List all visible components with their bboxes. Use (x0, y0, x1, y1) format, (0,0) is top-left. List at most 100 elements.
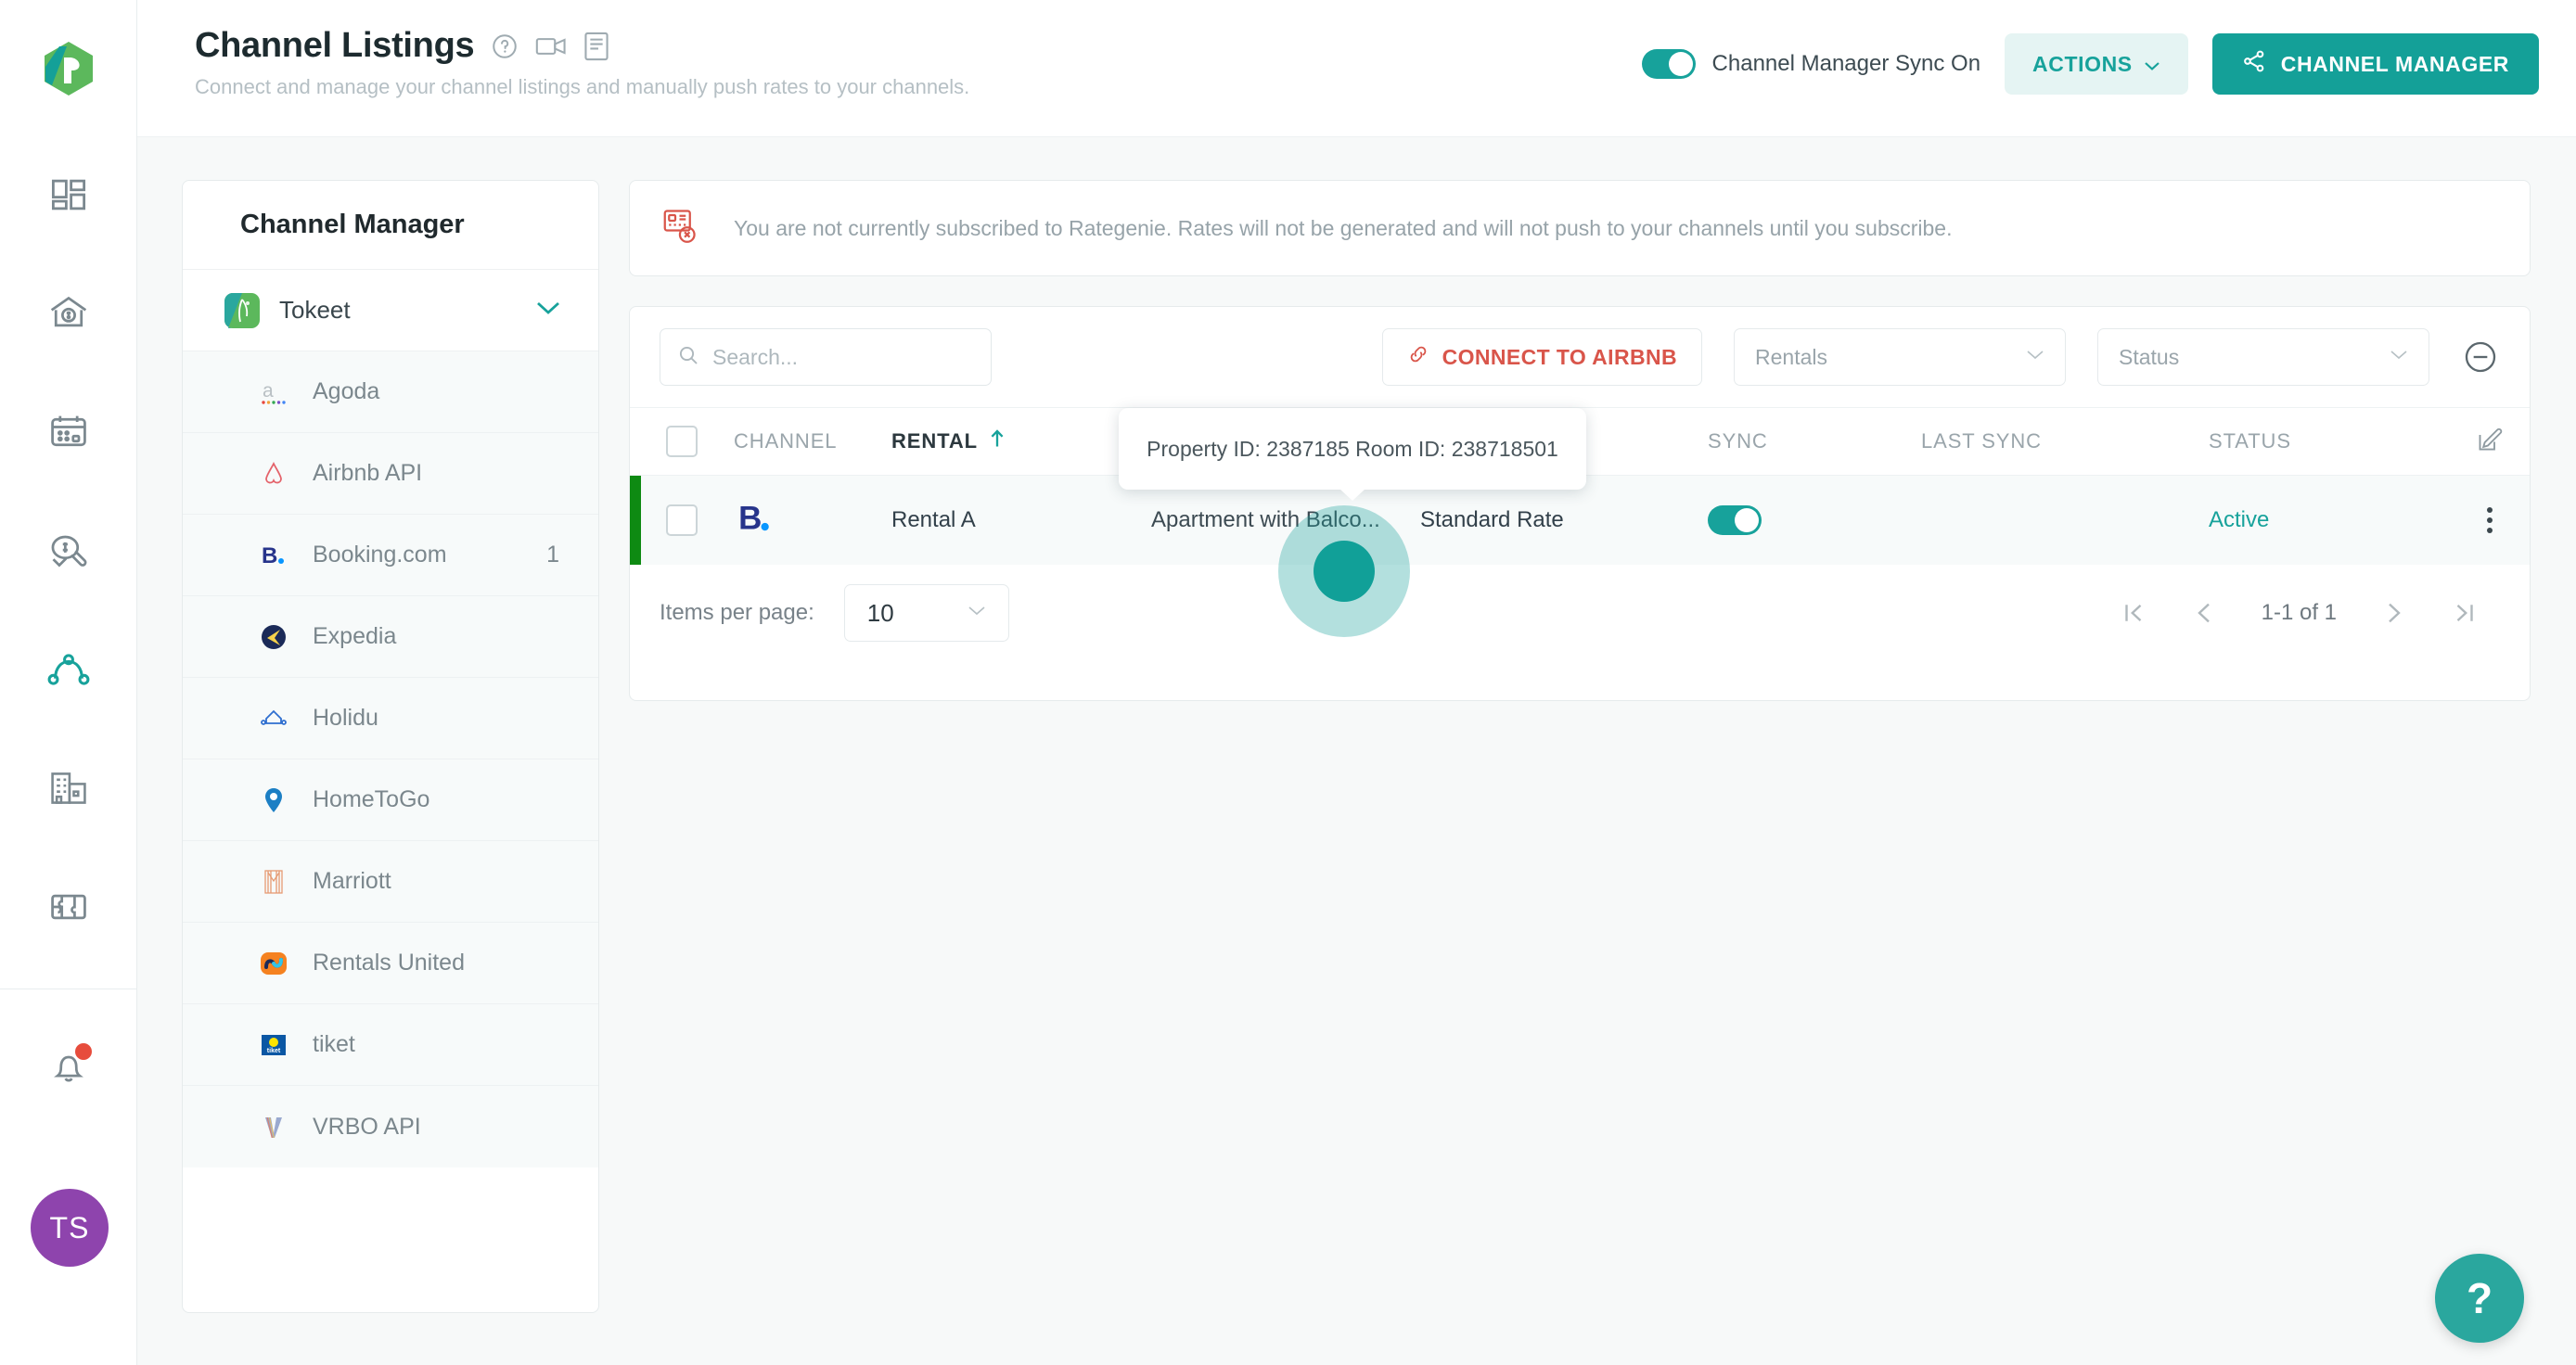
channel-item-expedia[interactable]: Expedia (183, 596, 598, 678)
chevron-down-icon (2026, 349, 2044, 365)
prev-page-icon[interactable] (2169, 578, 2239, 648)
row-checkbox[interactable] (666, 504, 698, 536)
actions-button-label: ACTIONS (2032, 51, 2133, 76)
document-icon[interactable] (583, 32, 609, 61)
avatar-initials: TS (49, 1210, 90, 1244)
sidebar-item-channels[interactable] (0, 612, 137, 731)
cell-channel: B (734, 498, 891, 543)
rail-items (0, 137, 137, 1129)
sidebar-item-income[interactable] (0, 256, 137, 375)
vrbo-logo-icon (255, 1111, 292, 1142)
rate-tools-icon (48, 530, 89, 576)
kebab-menu-icon[interactable] (2487, 507, 2493, 533)
tokeet-logo-icon (224, 292, 261, 328)
row-sync-toggle[interactable] (1708, 505, 1762, 535)
column-header-rental[interactable]: RENTAL (891, 428, 1151, 454)
column-label: STATUS (2209, 429, 2291, 453)
expedia-logo-icon (255, 621, 292, 653)
calendar-icon (48, 412, 89, 457)
column-header-channel[interactable]: CHANNEL (734, 429, 891, 453)
rate-error-icon (661, 207, 700, 250)
chevron-down-icon (2390, 349, 2408, 365)
column-header-last-sync[interactable]: LAST SYNC (1921, 429, 2209, 453)
svg-text:B: B (738, 500, 762, 536)
cell-rental: Rental A (891, 507, 1151, 533)
channel-item-booking-com[interactable]: B Booking.com 1 (183, 515, 598, 596)
channel-manager-panel: Channel Manager Tokeet a Agoda Airbnb AP… (182, 180, 599, 1313)
dashboard-icon (49, 175, 88, 219)
sidebar-item-properties[interactable] (0, 731, 137, 849)
rental-description: Apartment with Balco... (1151, 507, 1380, 532)
avatar[interactable]: TS (31, 1189, 109, 1267)
tooltip-arrow (1339, 489, 1365, 501)
channel-item-agoda[interactable]: a Agoda (183, 351, 598, 433)
channel-item-tiket[interactable]: tiket tiket (183, 1004, 598, 1086)
channel-item-label: Booking.com (313, 542, 447, 568)
last-page-icon[interactable] (2429, 578, 2500, 648)
cell-category: Standard Rate (1420, 507, 1708, 533)
link-icon (1407, 343, 1429, 371)
select-all-checkbox[interactable] (666, 426, 698, 457)
column-header-status[interactable]: STATUS (2209, 429, 2450, 453)
column-header-sync[interactable]: SYNC (1708, 429, 1921, 453)
channel-item-count: 1 (546, 542, 559, 568)
channel-manager-sync-toggle[interactable] (1641, 49, 1696, 79)
search-input[interactable]: Search... (660, 328, 992, 386)
channel-item-holidu[interactable]: Holidu (183, 678, 598, 759)
items-per-page-select[interactable]: 10 (843, 584, 1009, 642)
sidebar-item-rate-tools[interactable] (0, 493, 137, 612)
banner-text: You are not currently subscribed to Rate… (734, 215, 1953, 240)
column-header-edit[interactable] (2450, 426, 2530, 458)
search-placeholder: Search... (712, 344, 799, 369)
channel-item-airbnb-api[interactable]: Airbnb API (183, 433, 598, 515)
channel-item-label: Agoda (313, 378, 380, 404)
question-circle-icon[interactable] (491, 32, 519, 60)
booking-logo-icon: B (734, 500, 775, 542)
search-icon (677, 344, 699, 371)
holidu-logo-icon (255, 703, 292, 734)
toggle-knob (1735, 508, 1759, 532)
column-label: LAST SYNC (1921, 429, 2042, 453)
status-filter-select[interactable]: Status (2097, 328, 2429, 386)
channel-item-vrbo-api[interactable]: VRBO API (183, 1086, 598, 1167)
help-icon: ? (2466, 1274, 2493, 1322)
channel-item-rentals-united[interactable]: Rentals United (183, 923, 598, 1004)
properties-icon (48, 768, 89, 813)
cell-sync (1708, 505, 1921, 535)
channel-item-label: HomeToGo (313, 786, 430, 812)
column-label: SYNC (1708, 429, 1768, 453)
channel-item-hometogo[interactable]: HomeToGo (183, 759, 598, 841)
agoda-logo-icon: a (255, 376, 292, 408)
column-label: RENTAL (891, 429, 978, 453)
first-page-icon[interactable] (2098, 578, 2169, 648)
sidebar-item-calendar[interactable] (0, 375, 137, 493)
chevron-down-icon[interactable] (535, 300, 561, 321)
help-fab-button[interactable]: ? (2435, 1254, 2524, 1343)
rental-name: Rental A (891, 507, 976, 532)
actions-button[interactable]: ACTIONS (2005, 33, 2188, 95)
row-status-bar (630, 476, 641, 565)
sort-ascending-icon (989, 428, 1006, 454)
connect-to-airbnb-button[interactable]: CONNECT TO AIRBNB (1381, 328, 1702, 386)
notifications-icon (48, 1042, 92, 1092)
svg-text:tiket: tiket (267, 1048, 281, 1054)
rentals-filter-select[interactable]: Rentals (1734, 328, 2066, 386)
channel-manager-button-label: CHANNEL MANAGER (2280, 51, 2509, 76)
sidebar-item-dashboard[interactable] (0, 137, 137, 256)
share-nodes-icon (2242, 49, 2266, 79)
sidebar-item-notifications[interactable] (0, 1010, 137, 1129)
channel-item-marriott[interactable]: Marriott (183, 841, 598, 923)
channel-manager-button[interactable]: CHANNEL MANAGER (2211, 33, 2539, 95)
video-camera-icon[interactable] (535, 32, 567, 60)
minus-circle-icon[interactable] (2461, 338, 2500, 376)
pagination-range: 1-1 of 1 (2261, 600, 2337, 625)
panel-group-tokeet[interactable]: Tokeet (183, 270, 598, 351)
select-all-cell (630, 426, 734, 457)
sidebar-item-integrations[interactable] (0, 849, 137, 968)
header-title-row: Channel Listings (195, 26, 969, 66)
channel-item-label: Marriott (313, 868, 391, 894)
next-page-icon[interactable] (2359, 578, 2429, 648)
channels-icon (47, 648, 90, 695)
app-logo[interactable] (0, 0, 137, 137)
cell-status: Active (2209, 507, 2450, 533)
